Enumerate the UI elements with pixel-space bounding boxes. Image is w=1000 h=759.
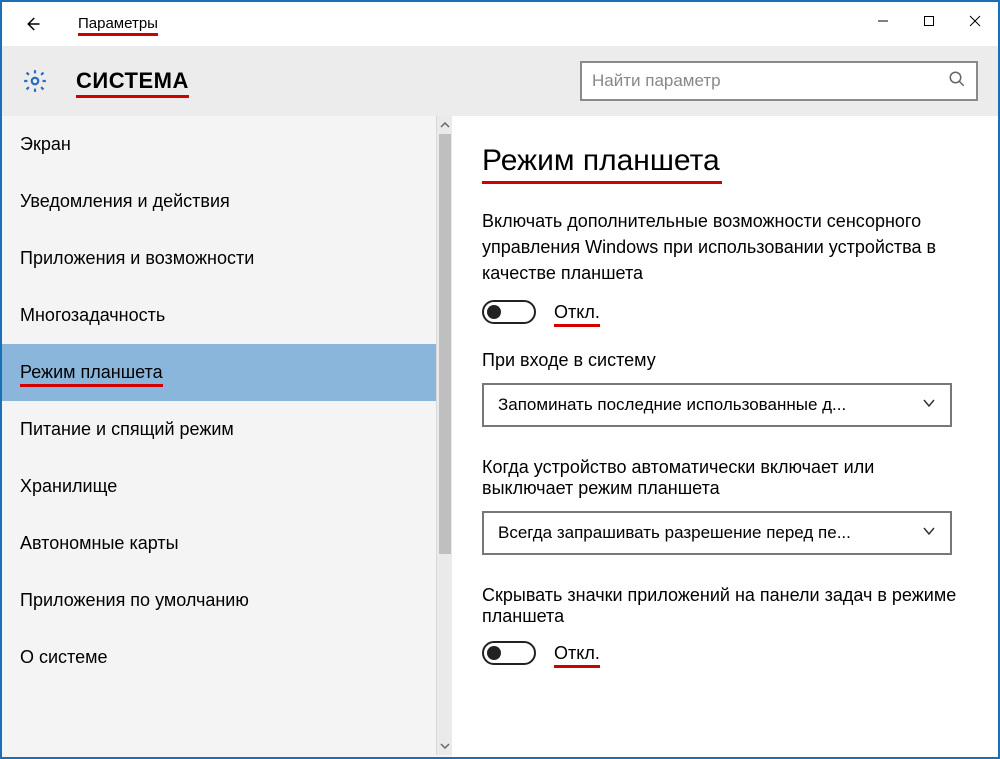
search-input[interactable] bbox=[592, 71, 948, 91]
maximize-button[interactable] bbox=[906, 2, 952, 40]
sidebar-item-label: Экран bbox=[20, 134, 71, 154]
sidebar-item-label: Питание и спящий режим bbox=[20, 419, 234, 439]
sidebar-item-offline-maps[interactable]: Автономные карты bbox=[2, 515, 452, 572]
header-band: СИСТЕМА bbox=[2, 46, 998, 116]
sidebar-item-label: Приложения и возможности bbox=[20, 248, 254, 268]
toggle2-description: Скрывать значки приложений на панели зад… bbox=[482, 585, 968, 627]
sidebar-item-label: О системе bbox=[20, 647, 108, 667]
sidebar-item-notifications[interactable]: Уведомления и действия bbox=[2, 173, 452, 230]
scroll-up-icon[interactable] bbox=[437, 118, 453, 132]
toggle2-state: Откл. bbox=[554, 643, 600, 664]
sidebar-scrollbar[interactable] bbox=[436, 116, 452, 755]
minimize-button[interactable] bbox=[860, 2, 906, 40]
sidebar-item-label: Приложения по умолчанию bbox=[20, 590, 249, 610]
search-box[interactable] bbox=[580, 61, 978, 101]
sidebar-item-multitasking[interactable]: Многозадачность bbox=[2, 287, 452, 344]
settings-window: Параметры СИСТЕМА bbox=[0, 0, 1000, 759]
page-title: Режим планшета bbox=[482, 144, 720, 178]
toggle1-description: Включать дополнительные возможности сенс… bbox=[482, 208, 968, 286]
close-button[interactable] bbox=[952, 2, 998, 40]
signin-select[interactable]: Запоминать последние использованные д... bbox=[482, 383, 952, 427]
scrollbar-thumb[interactable] bbox=[439, 134, 451, 554]
titlebar: Параметры bbox=[2, 2, 998, 46]
autoswitch-select-value: Всегда запрашивать разрешение перед пе..… bbox=[498, 523, 851, 543]
sidebar-item-label: Автономные карты bbox=[20, 533, 179, 553]
sidebar-item-apps-features[interactable]: Приложения и возможности bbox=[2, 230, 452, 287]
signin-select-value: Запоминать последние использованные д... bbox=[498, 395, 846, 415]
toggle1-state: Откл. bbox=[554, 302, 600, 323]
content-pane: Режим планшета Включать дополнительные в… bbox=[452, 116, 998, 757]
toggle-tablet-enhancements[interactable] bbox=[482, 300, 536, 324]
gear-icon bbox=[22, 68, 48, 94]
body: Экран Уведомления и действия Приложения … bbox=[2, 116, 998, 757]
toggle-hide-taskbar-icons[interactable] bbox=[482, 641, 536, 665]
sidebar-item-label: Многозадачность bbox=[20, 305, 165, 325]
search-icon bbox=[948, 70, 966, 93]
sidebar-item-label: Хранилище bbox=[20, 476, 117, 496]
scroll-down-icon[interactable] bbox=[437, 739, 453, 753]
sidebar-item-tablet-mode[interactable]: Режим планшета bbox=[2, 344, 452, 401]
window-controls bbox=[860, 2, 998, 40]
autoswitch-select[interactable]: Всегда запрашивать разрешение перед пе..… bbox=[482, 511, 952, 555]
back-button[interactable] bbox=[10, 2, 54, 46]
signin-label: При входе в систему bbox=[482, 350, 968, 371]
sidebar-item-label: Режим планшета bbox=[20, 362, 163, 383]
sidebar-item-label: Уведомления и действия bbox=[20, 191, 230, 211]
sidebar-item-screen[interactable]: Экран bbox=[2, 116, 452, 173]
sidebar-item-default-apps[interactable]: Приложения по умолчанию bbox=[2, 572, 452, 629]
chevron-down-icon bbox=[922, 523, 936, 543]
window-title: Параметры bbox=[78, 15, 158, 34]
category-title: СИСТЕМА bbox=[76, 68, 189, 94]
chevron-down-icon bbox=[922, 395, 936, 415]
autoswitch-label: Когда устройство автоматически включает … bbox=[482, 457, 968, 499]
sidebar-item-about[interactable]: О системе bbox=[2, 629, 452, 674]
sidebar: Экран Уведомления и действия Приложения … bbox=[2, 116, 452, 757]
sidebar-item-storage[interactable]: Хранилище bbox=[2, 458, 452, 515]
sidebar-item-power-sleep[interactable]: Питание и спящий режим bbox=[2, 401, 452, 458]
